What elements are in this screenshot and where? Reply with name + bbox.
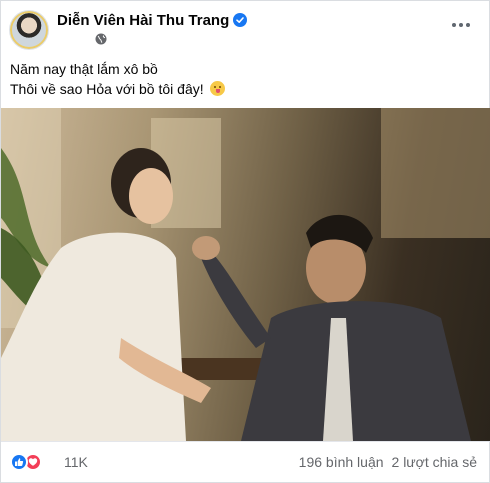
dot-icon — [459, 23, 463, 27]
author-name[interactable]: Diễn Viên Hài Thu Trang — [57, 12, 229, 29]
post-footer: 11K 196 bình luận 2 lượt chia sẻ — [1, 441, 490, 483]
comments-count-link[interactable]: 196 bình luận — [299, 454, 384, 470]
facebook-post: Diễn Viên Hài Thu Trang Năm nay thật lắm… — [0, 0, 490, 483]
post-text: Năm nay thật lắm xô bồ Thôi về sao Hỏa v… — [10, 59, 480, 99]
globe-icon[interactable] — [95, 32, 107, 49]
post-header: Diễn Viên Hài Thu Trang — [1, 1, 490, 57]
dot-icon — [466, 23, 470, 27]
engagement-stats: 196 bình luận 2 lượt chia sẻ — [299, 454, 477, 470]
reaction-count: 11K — [64, 454, 88, 470]
post-text-line-2-content: Thôi về sao Hỏa với bồ tôi đây! — [10, 81, 204, 97]
verified-badge-icon — [233, 13, 248, 27]
post-text-line-1: Năm nay thật lắm xô bồ — [10, 61, 158, 77]
post-photo[interactable] — [1, 108, 490, 441]
shares-count-link[interactable]: 2 lượt chia sẻ — [392, 454, 477, 470]
like-icon — [10, 453, 28, 471]
reaction-summary[interactable]: 11K — [10, 453, 88, 471]
grinning-tongue-emoji-icon — [209, 81, 225, 96]
author-name-row: Diễn Viên Hài Thu Trang — [57, 11, 248, 29]
dot-icon — [452, 23, 456, 27]
photo-illustration — [1, 108, 490, 441]
author-avatar[interactable] — [9, 10, 49, 50]
post-text-line-2: Thôi về sao Hỏa với bồ tôi đây! — [10, 79, 480, 99]
more-options-button[interactable] — [449, 15, 473, 35]
post-meta — [95, 32, 107, 46]
